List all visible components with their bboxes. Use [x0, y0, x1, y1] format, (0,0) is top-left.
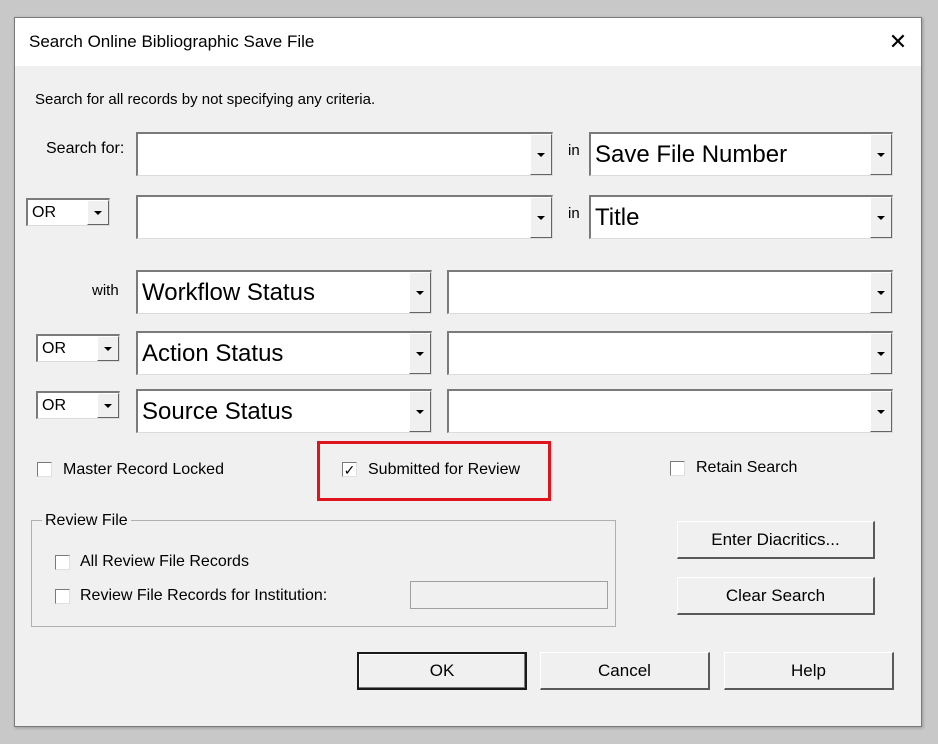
operator-3-select[interactable]: OR	[36, 391, 120, 419]
status-field-3-select[interactable]: Source Status	[136, 389, 432, 433]
chevron-down-icon[interactable]	[97, 336, 119, 361]
status-field-3-value: Source Status	[142, 397, 293, 425]
checkmark-icon: ✓	[343, 461, 356, 478]
chevron-down-icon[interactable]	[870, 134, 892, 175]
submitted-for-review-checkbox[interactable]: ✓	[342, 462, 357, 477]
master-record-locked-label: Master Record Locked	[63, 461, 224, 478]
review-file-group-title: Review File	[42, 512, 131, 530]
in-label-1: in	[568, 142, 580, 159]
close-icon[interactable]: ✕	[875, 18, 921, 66]
dialog-title: Search Online Bibliographic Save File	[29, 32, 315, 51]
review-file-group	[31, 520, 616, 627]
chevron-down-icon[interactable]	[97, 393, 119, 418]
search-field-2-value: Title	[595, 203, 640, 231]
operator-1-select[interactable]: OR	[26, 198, 110, 226]
institution-input	[410, 581, 608, 609]
master-record-locked-checkbox[interactable]	[37, 462, 52, 477]
status-value-3-select[interactable]	[447, 389, 893, 433]
chevron-down-icon[interactable]	[409, 333, 431, 374]
status-field-1-value: Workflow Status	[142, 278, 315, 306]
search-field-2-select[interactable]: Title	[589, 195, 893, 239]
enter-diacritics-button[interactable]: Enter Diacritics...	[677, 521, 875, 559]
chevron-down-icon[interactable]	[530, 134, 552, 175]
status-field-2-select[interactable]: Action Status	[136, 331, 432, 375]
chevron-down-icon[interactable]	[870, 272, 892, 313]
retain-search-label: Retain Search	[696, 459, 798, 476]
status-field-1-select[interactable]: Workflow Status	[136, 270, 432, 314]
search-field-1-select[interactable]: Save File Number	[589, 132, 893, 176]
search-for-label: Search for:	[46, 140, 125, 157]
all-review-file-records-checkbox[interactable]	[55, 555, 70, 570]
chevron-down-icon[interactable]	[409, 272, 431, 313]
clear-search-button[interactable]: Clear Search	[677, 577, 875, 615]
chevron-down-icon[interactable]	[870, 197, 892, 238]
institution-records-label: Review File Records for Institution:	[80, 587, 328, 604]
submitted-for-review-label: Submitted for Review	[368, 461, 521, 478]
search-dialog: Search Online Bibliographic Save File ✕ …	[14, 17, 922, 727]
operator-2-select[interactable]: OR	[36, 334, 120, 362]
all-review-file-records-label: All Review File Records	[80, 553, 249, 570]
search-term-1-combo[interactable]	[136, 132, 553, 176]
operator-1-value: OR	[32, 203, 56, 221]
instructions-text: Search for all records by not specifying…	[35, 91, 376, 108]
status-field-2-value: Action Status	[142, 339, 284, 367]
chevron-down-icon[interactable]	[87, 200, 109, 225]
search-field-1-value: Save File Number	[595, 140, 788, 168]
retain-search-checkbox[interactable]	[670, 461, 685, 476]
institution-records-checkbox[interactable]	[55, 589, 70, 604]
operator-3-value: OR	[42, 396, 66, 414]
in-label-2: in	[568, 205, 580, 222]
chevron-down-icon[interactable]	[870, 333, 892, 374]
status-value-1-select[interactable]	[447, 270, 893, 314]
search-term-2-combo[interactable]	[136, 195, 553, 239]
cancel-button[interactable]: Cancel	[540, 652, 710, 690]
operator-2-value: OR	[42, 339, 66, 357]
status-value-2-select[interactable]	[447, 331, 893, 375]
chevron-down-icon[interactable]	[870, 391, 892, 432]
chevron-down-icon[interactable]	[409, 391, 431, 432]
chevron-down-icon[interactable]	[530, 197, 552, 238]
title-bar: Search Online Bibliographic Save File ✕	[15, 18, 921, 66]
with-label: with	[92, 282, 119, 299]
help-button[interactable]: Help	[724, 652, 894, 690]
ok-button[interactable]: OK	[357, 652, 527, 690]
